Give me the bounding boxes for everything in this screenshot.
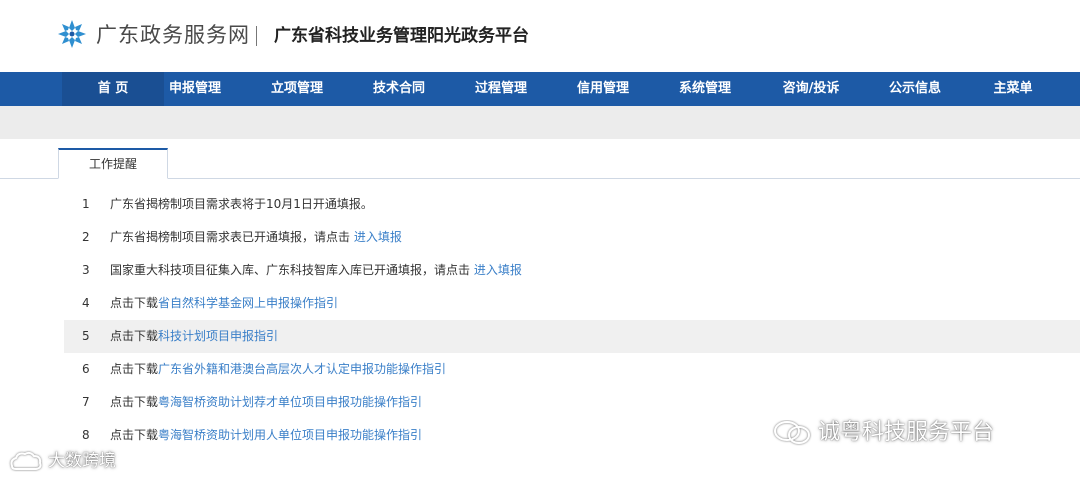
list-item: 1 广东省揭榜制项目需求表将于10月1日开通填报。: [64, 188, 1080, 221]
item-text: 国家重大科技项目征集入库、广东科技智库入库已开通填报，请点击: [110, 263, 474, 277]
watermark-right-text: 诚粤科技服务平台: [818, 420, 995, 445]
item-text: 点击下载: [110, 296, 159, 310]
nav-item-consult-complaint[interactable]: 咨询/投诉: [760, 72, 862, 106]
nav-item-project-approval[interactable]: 立项管理: [246, 72, 348, 106]
cloud-logo-icon: [10, 451, 42, 470]
enter-fill-link[interactable]: 进入填报: [474, 263, 522, 277]
enter-fill-link[interactable]: 进入填报: [354, 230, 402, 244]
watermark-left: 大数跨境: [8, 448, 116, 474]
item-text: 点击下载: [110, 395, 159, 409]
nav-item-public-info[interactable]: 公示信息: [864, 72, 966, 106]
item-text: 点击下载: [110, 428, 159, 442]
nav-item-process[interactable]: 过程管理: [450, 72, 552, 106]
site-name[interactable]: 广东政务服务网: [96, 22, 250, 48]
item-number: 1: [82, 197, 90, 211]
item-number: 7: [82, 395, 90, 409]
download-link[interactable]: 省自然科学基金网上申报操作指引: [158, 296, 338, 310]
snowflake-logo-icon[interactable]: [56, 18, 88, 50]
wechat-icon: [774, 421, 810, 444]
item-text: 广东省揭榜制项目需求表将于10月1日开通填报。: [110, 197, 373, 211]
item-number: 2: [82, 230, 90, 244]
list-item: 2 广东省揭榜制项目需求表已开通填报，请点击 进入填报: [64, 221, 1080, 254]
list-item: 6 点击下载广东省外籍和港澳台高层次人才认定申报功能操作指引: [64, 353, 1080, 386]
header: 广东政务服务网 广东省科技业务管理阳光政务平台: [0, 0, 1080, 72]
nav-item-credit[interactable]: 信用管理: [552, 72, 654, 106]
watermark-right: 诚粤科技服务平台: [772, 417, 994, 449]
watermark-left-text: 大数跨境: [48, 451, 116, 471]
toolbar-band: [0, 106, 1080, 139]
item-text: 广东省揭榜制项目需求表已开通填报，请点击: [110, 230, 354, 244]
nav-item-system[interactable]: 系统管理: [654, 72, 756, 106]
list-item: 3 国家重大科技项目征集入库、广东科技智库入库已开通填报，请点击 进入填报: [64, 254, 1080, 287]
tab-work-reminder[interactable]: 工作提醒: [58, 148, 168, 179]
download-link[interactable]: 广东省外籍和港澳台高层次人才认定申报功能操作指引: [158, 362, 446, 376]
download-link[interactable]: 粤海智桥资助计划用人单位项目申报功能操作指引: [158, 428, 422, 442]
tab-bar: 工作提醒: [0, 148, 1080, 179]
item-number: 6: [82, 362, 90, 376]
download-link[interactable]: 科技计划项目申报指引: [158, 329, 278, 343]
item-text: 点击下载: [110, 329, 159, 343]
list-item: 5 点击下载科技计划项目申报指引: [64, 320, 1080, 353]
item-text: 点击下载: [110, 362, 159, 376]
download-link[interactable]: 粤海智桥资助计划荐才单位项目申报功能操作指引: [158, 395, 422, 409]
platform-title: 广东省科技业务管理阳光政务平台: [274, 26, 529, 46]
nav-item-tech-contract[interactable]: 技术合同: [348, 72, 450, 106]
nav-item-application[interactable]: 申报管理: [144, 72, 246, 106]
list-item: 4 点击下载省自然科学基金网上申报操作指引: [64, 287, 1080, 320]
main-navbar: 首 页 申报管理 立项管理 技术合同 过程管理 信用管理 系统管理 咨询/投诉 …: [0, 72, 1080, 106]
nav-item-main-menu[interactable]: 主菜单: [962, 72, 1064, 106]
item-number: 4: [82, 296, 90, 310]
header-divider: [256, 26, 257, 46]
list-item: 7 点击下载粤海智桥资助计划荐才单位项目申报功能操作指引: [64, 386, 1080, 419]
item-number: 3: [82, 263, 90, 277]
item-number: 5: [82, 329, 90, 343]
